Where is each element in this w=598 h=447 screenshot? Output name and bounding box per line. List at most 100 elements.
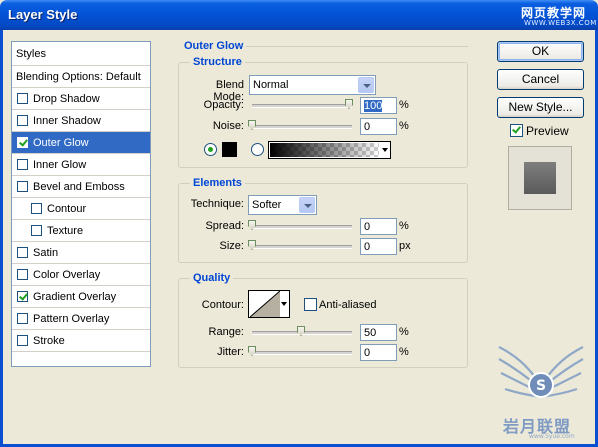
chevron-down-icon [382,148,388,152]
style-checkbox[interactable] [17,313,28,324]
size-slider-track[interactable] [252,245,352,249]
range-label: Range: [208,326,244,338]
style-item-bevel-and-emboss[interactable]: Bevel and Emboss [12,176,150,198]
style-item-label: Inner Shadow [33,114,101,127]
blend-mode-select[interactable]: Normal [249,75,376,95]
style-item-label: Drop Shadow [33,92,100,105]
style-item-label: Bevel and Emboss [33,180,125,193]
cancel-button[interactable]: Cancel [497,69,584,90]
chevron-down-icon[interactable] [299,197,315,213]
style-item-satin[interactable]: Satin [12,242,150,264]
style-item-label: Pattern Overlay [33,312,110,325]
gradient-preview [270,143,379,157]
spread-slider-track[interactable] [252,225,352,229]
opacity-input[interactable]: 100 [360,97,397,114]
contour-picker[interactable] [248,290,290,318]
technique-value: Softer [252,199,282,211]
technique-select[interactable]: Softer [248,195,317,215]
opacity-value: 100 [364,100,383,112]
style-checkbox[interactable] [17,335,28,346]
outer-glow-divider [246,46,468,47]
style-checkbox[interactable] [17,291,28,302]
structure-title: Structure [190,56,245,68]
watermark-logo-url: www.5yue.com [529,433,575,440]
style-item-outer-glow[interactable]: Outer Glow [12,132,150,154]
style-item-inner-shadow[interactable]: Inner Shadow [12,110,150,132]
style-checkbox[interactable] [17,159,28,170]
style-checkbox[interactable] [17,137,28,148]
style-item-label: Texture [47,224,84,237]
noise-label: Noise: [212,120,244,132]
range-input[interactable]: 50 [360,324,397,341]
spread-input[interactable]: 0 [360,218,397,235]
style-checkbox[interactable] [17,181,28,192]
style-item-gradient-overlay[interactable]: Gradient Overlay [12,286,150,308]
style-checkbox[interactable] [17,93,28,104]
anti-aliased-label: Anti-aliased [319,299,377,311]
noise-input[interactable]: 0 [360,118,397,135]
watermark-url: WWW.WEB3X.COM [524,19,597,27]
contour-label: Contour: [201,299,244,311]
style-item-drop-shadow[interactable]: Drop Shadow [12,88,150,110]
technique-label: Technique: [190,198,244,210]
spread-value: 0 [364,221,371,233]
style-item-stroke[interactable]: Stroke [12,330,150,352]
window-title: Layer Style [8,7,78,22]
style-checkbox[interactable] [31,203,42,214]
size-value: 0 [364,241,371,253]
size-label: Size: [219,240,244,252]
style-checkbox[interactable] [31,225,42,236]
window-border-left [0,30,3,447]
style-item-label: Inner Glow [33,158,87,171]
chevron-down-icon[interactable] [358,77,374,93]
noise-slider-track[interactable] [252,125,352,129]
style-checkbox[interactable] [17,269,28,280]
style-checkbox[interactable] [17,115,28,126]
jitter-input[interactable]: 0 [360,344,397,361]
style-item-texture[interactable]: Texture [12,220,150,242]
style-item-label: Stroke [33,334,65,347]
blend-mode-value: Normal [253,79,289,91]
jitter-value: 0 [364,347,371,359]
spread-label: Spread: [205,220,244,232]
opacity-unit: % [399,99,409,111]
preview-checkbox[interactable] [510,124,523,137]
style-item-color-overlay[interactable]: Color Overlay [12,264,150,286]
size-unit: px [399,240,411,252]
blending-options[interactable]: Blending Options: Default [12,66,150,88]
ok-button[interactable]: OK [497,41,584,62]
preview-swatch [524,162,556,194]
anti-aliased-checkbox[interactable] [304,298,317,311]
glow-color-swatch[interactable] [222,142,237,157]
chevron-down-icon [281,302,287,306]
preview-label: Preview [526,124,569,138]
style-item-inner-glow[interactable]: Inner Glow [12,154,150,176]
style-item-contour[interactable]: Contour [12,198,150,220]
title-bar[interactable]: Layer Style 网页教学网 WWW.WEB3X.COM [0,0,598,30]
gradient-picker[interactable] [268,141,391,159]
jitter-slider-track[interactable] [252,351,352,355]
styles-list: Styles Blending Options: Default Drop Sh… [11,41,151,367]
range-value: 50 [364,327,377,339]
jitter-unit: % [399,346,409,358]
watermark-logo: S 岩月联盟 www.5yue.com [495,345,587,441]
range-unit: % [399,326,409,338]
style-item-label: Color Overlay [33,268,101,281]
noise-unit: % [399,120,409,132]
preview-thumbnail [508,146,572,210]
size-input[interactable]: 0 [360,238,397,255]
style-item-pattern-overlay[interactable]: Pattern Overlay [12,308,150,330]
spread-unit: % [399,220,409,232]
style-item-label: Satin [33,246,59,259]
svg-text:S: S [536,378,546,394]
gradient-radio[interactable] [251,143,264,156]
style-checkbox[interactable] [17,247,28,258]
blending-options-label: Blending Options: Default [16,70,141,83]
outer-glow-title: Outer Glow [181,40,247,52]
contour-curve-icon [250,291,280,317]
solid-color-radio[interactable] [204,143,217,156]
opacity-slider-track[interactable] [252,104,352,108]
styles-header[interactable]: Styles [12,42,150,66]
new-style-button[interactable]: New Style... [497,97,584,118]
style-item-label: Outer Glow [33,136,89,149]
